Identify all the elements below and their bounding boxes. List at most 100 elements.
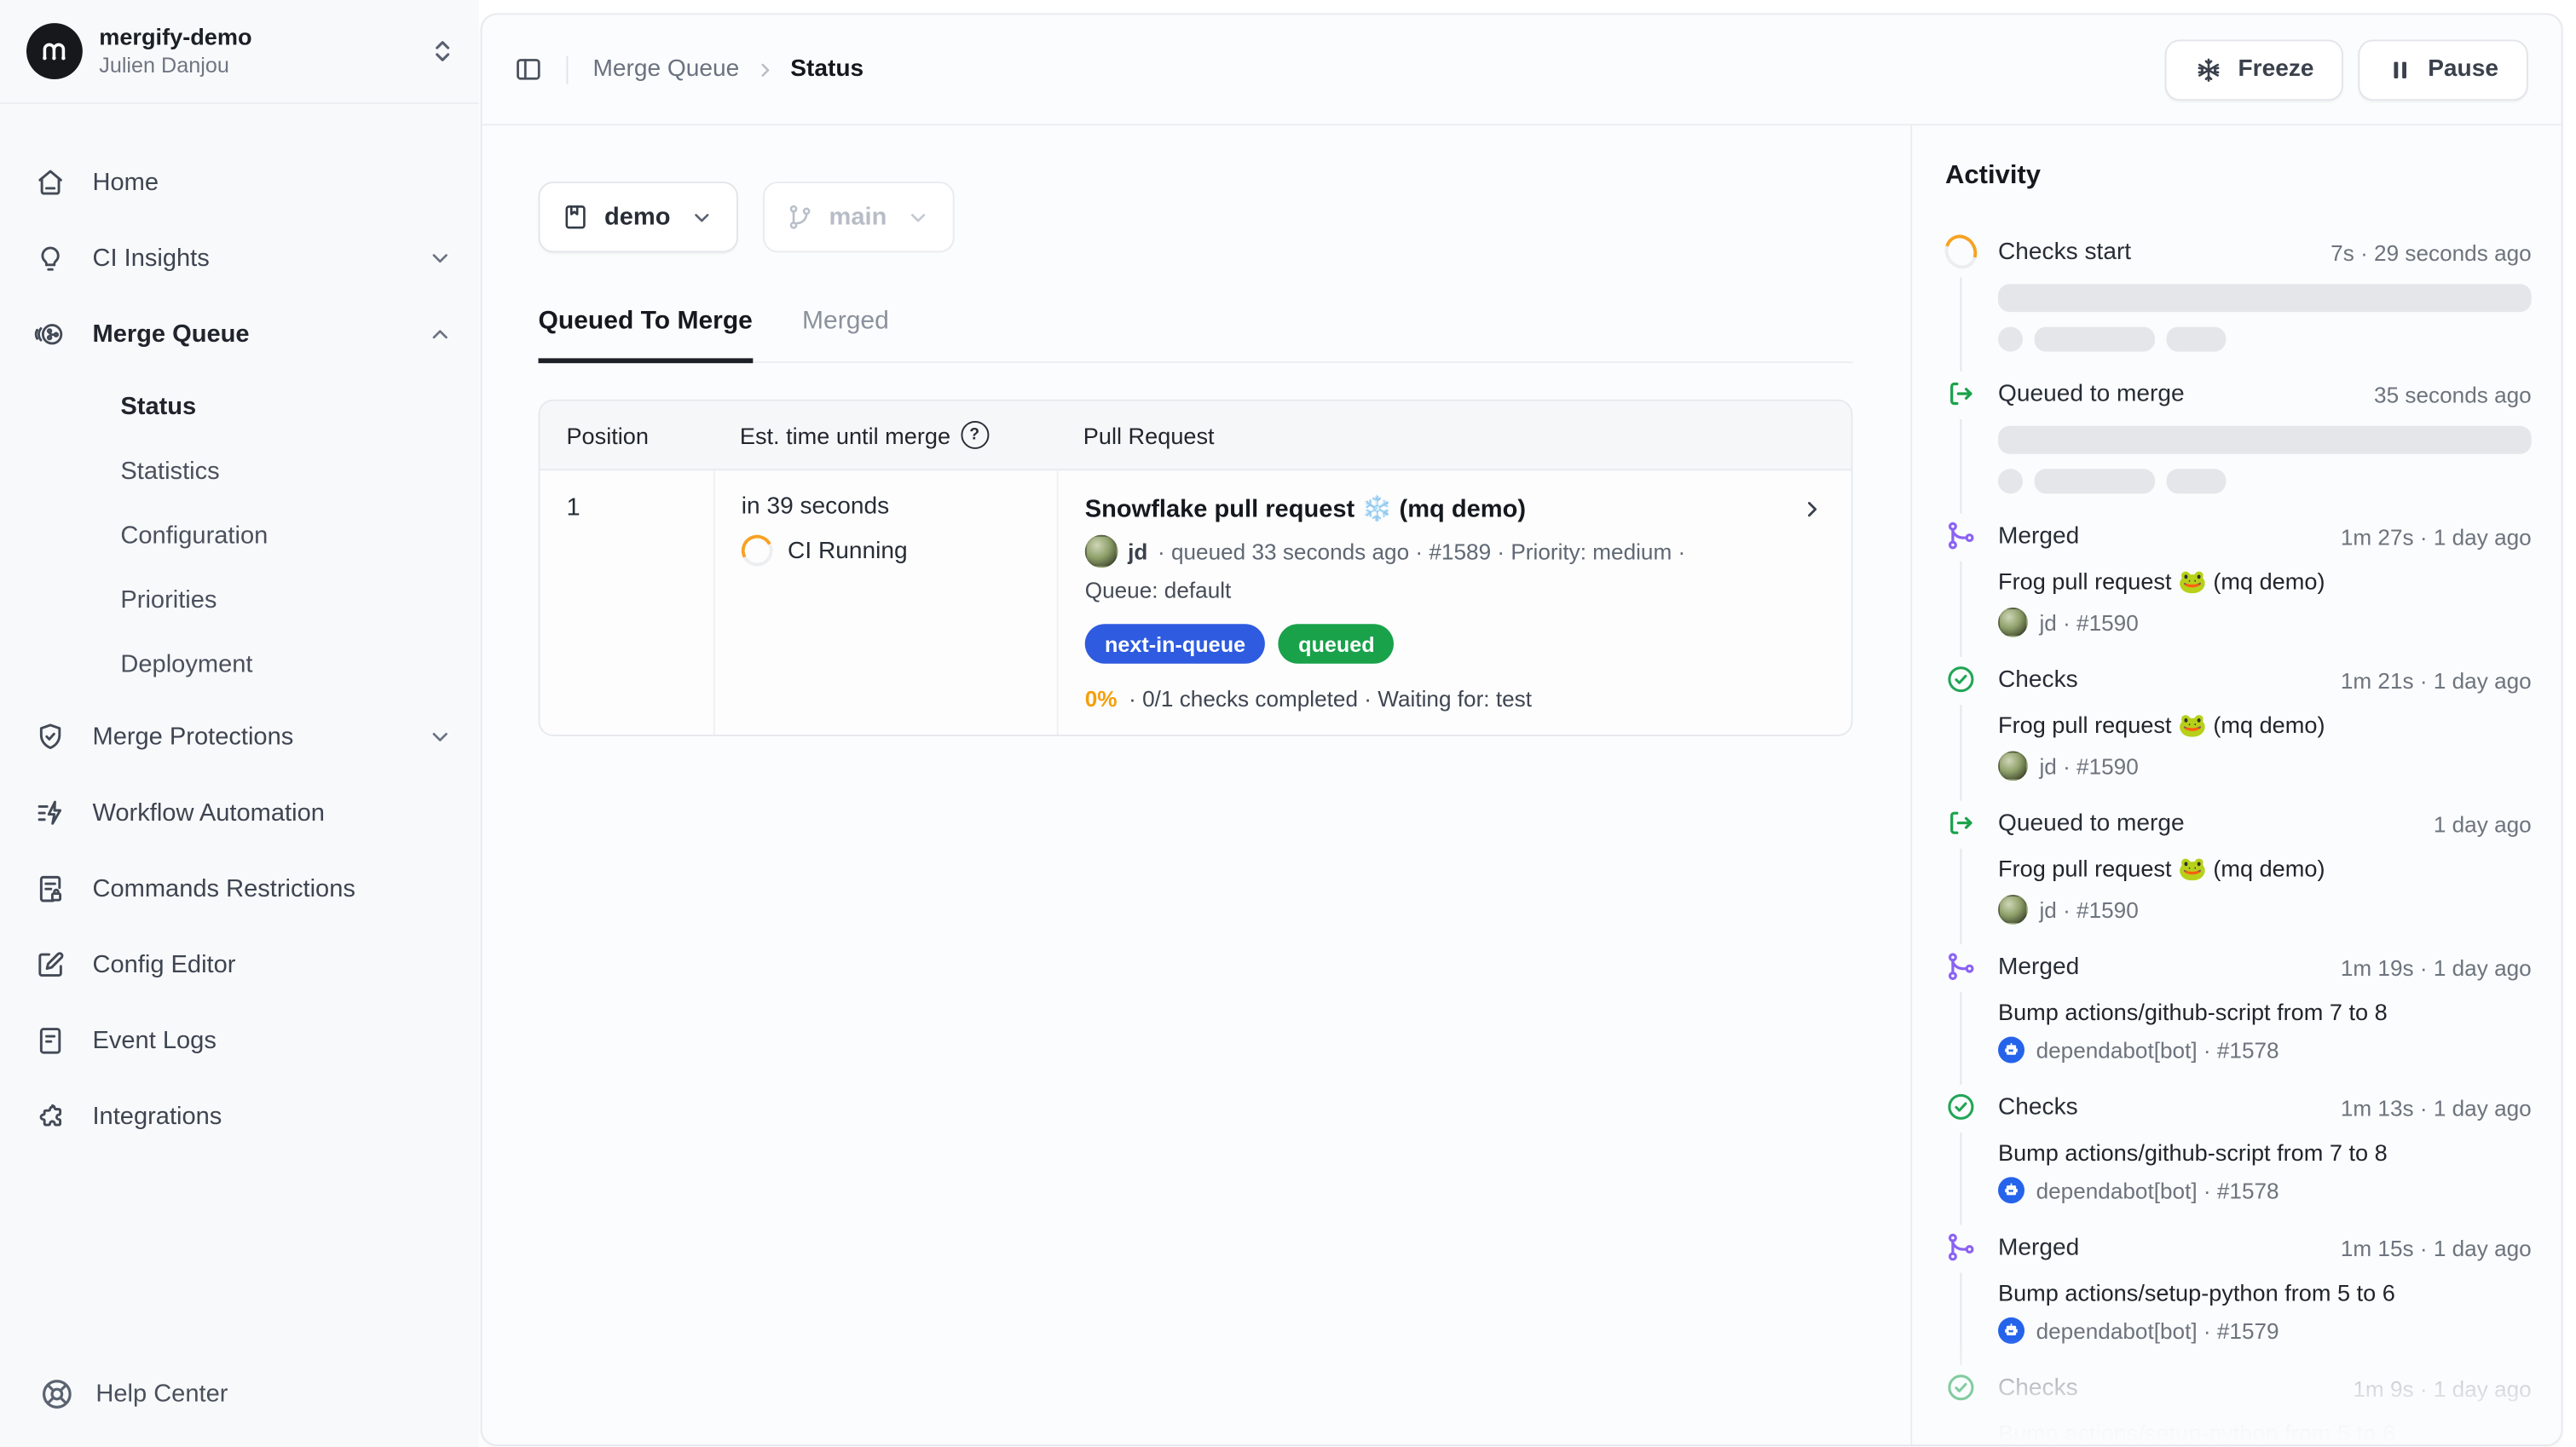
sidebar-item-merge-protections[interactable]: Merge Protections xyxy=(33,708,453,764)
sidebar-item-merge-queue[interactable]: Merge Queue xyxy=(33,305,453,361)
sidebar-item-config-editor[interactable]: Config Editor xyxy=(33,936,453,992)
sidebar-item-event-logs[interactable]: Event Logs xyxy=(33,1012,453,1069)
activity-time: 1m 19s · 1 day ago xyxy=(2341,955,2532,980)
activity-byline: dependabot[bot] · #1579 xyxy=(1998,1317,2532,1344)
activity-pr-title[interactable]: Bump actions/github-script from 7 to 8 xyxy=(1998,1139,2532,1166)
breadcrumb-chevron-icon xyxy=(754,59,776,80)
avatar xyxy=(1085,535,1118,568)
ci-status: CI Running xyxy=(742,535,1031,567)
edit-pencil-icon xyxy=(33,948,66,980)
eta-value: in 39 seconds xyxy=(742,493,1031,520)
sidebar-item-commands-restrictions[interactable]: Commands Restrictions xyxy=(33,860,453,916)
activity-label: Merged xyxy=(1998,523,2079,550)
activity-pr-title[interactable]: Bump actions/setup-python from 5 to 6 xyxy=(1998,1420,2532,1444)
subitem-label: Statistics xyxy=(120,457,219,485)
activity-item[interactable]: Checks 1m 13s · 1 day ago Bump actions/g… xyxy=(1945,1091,2532,1205)
header-actions: Freeze Pause xyxy=(2165,39,2528,101)
activity-byline: jd · #1590 xyxy=(1998,751,2532,781)
tab-queued-to-merge[interactable]: Queued To Merge xyxy=(539,307,753,363)
pr-title-row: Snowflake pull request ❄️ (mq demo) xyxy=(1085,493,1825,523)
sidebar-item-label: Merge Protections xyxy=(92,723,293,751)
avatar xyxy=(1998,751,2028,781)
activity-pr-title[interactable]: Bump actions/setup-python from 5 to 6 xyxy=(1998,1279,2532,1306)
pause-button[interactable]: Pause xyxy=(2359,39,2528,101)
activity-time: 1m 21s · 1 day ago xyxy=(2341,668,2532,693)
progress-rest: · 0/1 checks completed · Waiting for: te… xyxy=(1129,687,1532,712)
sidebar-item-label: Home xyxy=(92,168,159,196)
org-names: mergify-demo Julien Danjou xyxy=(99,23,413,78)
queue-name: Queue: default xyxy=(1085,578,1825,602)
timeline-rail xyxy=(1945,520,1977,637)
byline-text: jd · #1590 xyxy=(2039,897,2138,922)
sidebar-subitem-priorities[interactable]: Priorities xyxy=(33,574,453,624)
label-badge[interactable]: next-in-queue xyxy=(1085,624,1266,663)
table-row[interactable]: 1 in 39 seconds CI Running Snowfl xyxy=(540,470,1851,735)
activity-item[interactable]: Checks 1m 9s · 1 day ago Bump actions/se… xyxy=(1945,1372,2532,1444)
activity-item[interactable]: Queued to merge 1 day ago Frog pull requ… xyxy=(1945,807,2532,925)
merge-queue-icon xyxy=(33,318,66,349)
activity-byline: jd · #1590 xyxy=(1998,608,2532,637)
timeline-rail xyxy=(1945,951,1977,1065)
help-center-link[interactable]: Help Center xyxy=(0,1377,479,1447)
sidebar-subitem-deployment[interactable]: Deployment xyxy=(33,639,453,689)
repository-select[interactable]: demo xyxy=(539,182,738,252)
activity-item[interactable]: Merged 1m 27s · 1 day ago Frog pull requ… xyxy=(1945,520,2532,637)
activity-list: Checks start 7s · 29 seconds ago xyxy=(1945,236,2532,1444)
sidebar-toggle-icon[interactable] xyxy=(513,55,543,84)
chevron-down-icon xyxy=(428,245,453,270)
sidebar-subitem-configuration[interactable]: Configuration xyxy=(33,510,453,560)
activity-time: 1 day ago xyxy=(2434,811,2532,836)
sidebar-subitem-statistics[interactable]: Statistics xyxy=(33,446,453,495)
sidebar-item-ci-insights[interactable]: CI Insights xyxy=(33,229,453,285)
activity-label: Checks start xyxy=(1998,239,2131,266)
merge-queue-submenu: Status Statistics Configuration Prioriti… xyxy=(33,381,453,688)
pr-title: Snowflake pull request ❄️ (mq demo) xyxy=(1085,493,1526,523)
skeleton-row xyxy=(1998,327,2532,352)
breadcrumb-parent[interactable]: Merge Queue xyxy=(592,56,739,83)
branch-select[interactable]: main xyxy=(763,182,955,252)
header-divider xyxy=(566,55,568,84)
activity-item[interactable]: Checks 1m 21s · 1 day ago Frog pull requ… xyxy=(1945,664,2532,781)
filters-row: demo main xyxy=(539,182,1853,252)
byline-text: dependabot[bot] · #1579 xyxy=(2036,1318,2279,1343)
activity-pr-title[interactable]: Frog pull request 🐸 (mq demo) xyxy=(1998,855,2532,883)
help-circle-icon[interactable] xyxy=(961,421,989,449)
activity-pr-title[interactable]: Bump actions/github-script from 7 to 8 xyxy=(1998,999,2532,1025)
freeze-button[interactable]: Freeze xyxy=(2165,39,2343,101)
timeline-rail xyxy=(1945,664,1977,781)
activity-item[interactable]: Queued to merge 35 seconds ago xyxy=(1945,378,2532,494)
sidebar-item-workflow-automation[interactable]: Workflow Automation xyxy=(33,784,453,840)
dependabot-icon xyxy=(1998,1177,2024,1203)
snowflake-icon xyxy=(2195,55,2223,84)
activity-label: Queued to merge xyxy=(1998,381,2185,407)
org-name: mergify-demo xyxy=(99,23,413,52)
queued-icon xyxy=(1945,378,1977,410)
workflow-zap-icon xyxy=(33,797,66,828)
activity-pr-title[interactable]: Frog pull request 🐸 (mq demo) xyxy=(1998,568,2532,596)
skeleton-row xyxy=(1998,469,2532,493)
activity-label: Checks xyxy=(1998,1094,2078,1121)
activity-item[interactable]: Merged 1m 19s · 1 day ago Bump actions/g… xyxy=(1945,951,2532,1065)
activity-byline: dependabot[bot] · #1578 xyxy=(1998,1177,2532,1203)
tab-merged[interactable]: Merged xyxy=(802,307,889,363)
sidebar-item-integrations[interactable]: Integrations xyxy=(33,1088,453,1144)
check-circle-icon xyxy=(1945,1372,1977,1404)
activity-item[interactable]: Checks start 7s · 29 seconds ago xyxy=(1945,236,2532,352)
sidebar-item-home[interactable]: Home xyxy=(33,153,453,210)
column-position: Position xyxy=(540,401,713,469)
skeleton-bar xyxy=(1998,426,2532,454)
file-text-icon xyxy=(33,1024,66,1056)
ci-status-label: CI Running xyxy=(788,538,908,564)
chevron-right-icon[interactable] xyxy=(1800,493,1825,522)
label-badge[interactable]: queued xyxy=(1279,624,1395,663)
timeline-rail xyxy=(1945,236,1977,352)
timeline-rail xyxy=(1945,378,1977,494)
sidebar-subitem-status[interactable]: Status xyxy=(33,381,453,430)
subitem-label: Configuration xyxy=(120,521,268,549)
activity-pr-title[interactable]: Frog pull request 🐸 (mq demo) xyxy=(1998,712,2532,740)
activity-item[interactable]: Merged 1m 15s · 1 day ago Bump actions/s… xyxy=(1945,1231,2532,1346)
sidebar-item-label: Merge Queue xyxy=(92,320,249,348)
file-lock-icon xyxy=(33,873,66,904)
sidebar-item-label: Integrations xyxy=(92,1102,222,1130)
org-switcher[interactable]: mergify-demo Julien Danjou xyxy=(0,0,479,104)
